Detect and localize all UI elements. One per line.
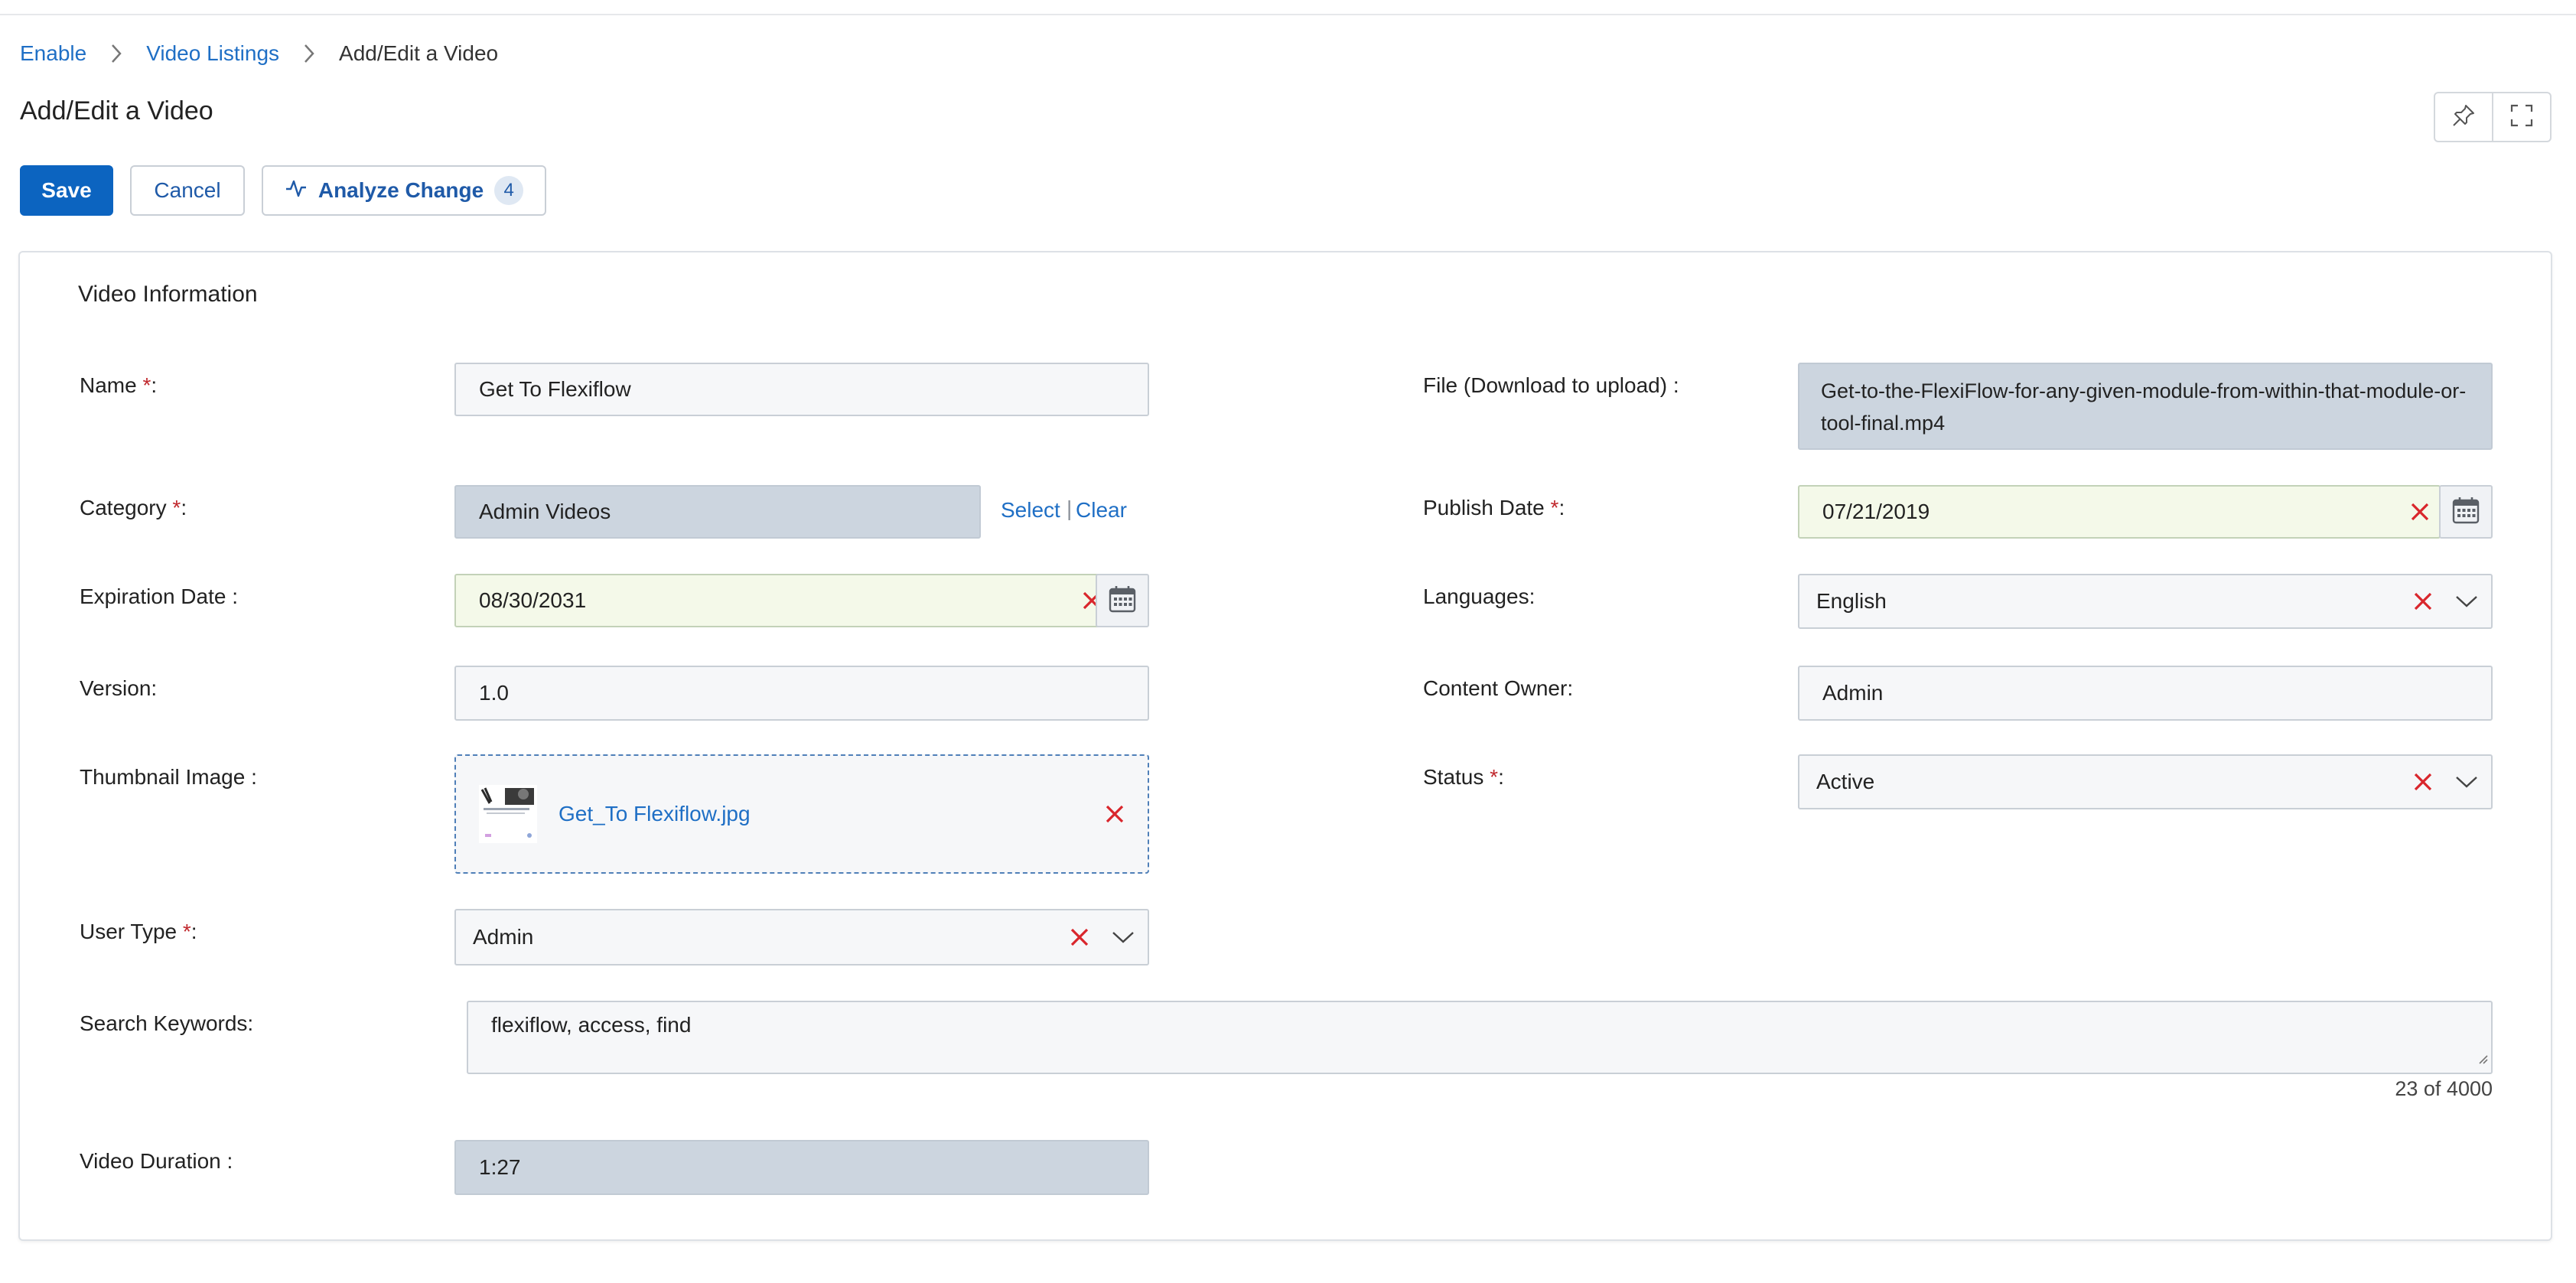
thumbnail-upload[interactable]: Get_To Flexiflow.jpg <box>454 754 1149 874</box>
file-label: File (Download to upload) : <box>1423 373 1679 397</box>
chevron-right-icon <box>279 43 339 64</box>
search-keywords-textarea[interactable]: flexiflow, access, find <box>467 1001 2493 1074</box>
thumbnail-label: Thumbnail Image : <box>80 765 257 789</box>
status-label: Status *: <box>1423 765 1504 789</box>
file-name-readonly: Get-to-the-FlexiFlow-for-any-given-modul… <box>1798 363 2493 450</box>
search-keywords-label: Search Keywords: <box>80 1011 254 1035</box>
calendar-icon <box>2451 496 2480 529</box>
version-input[interactable]: 1.0 <box>454 666 1149 721</box>
chevron-down-icon[interactable] <box>2442 763 2491 801</box>
close-icon[interactable] <box>2404 763 2442 801</box>
thumbnail-preview <box>479 785 537 843</box>
video-information-panel: Video Information Name *: Get To Flexifl… <box>18 251 2552 1241</box>
expiration-date-calendar-button[interactable] <box>1096 574 1149 627</box>
category-readonly: Admin Videos <box>454 485 981 539</box>
close-icon[interactable] <box>1096 795 1134 833</box>
analyze-change-button[interactable]: Analyze Change 4 <box>262 165 546 216</box>
breadcrumb-current: Add/Edit a Video <box>339 41 499 65</box>
expiration-date-label: Expiration Date : <box>80 585 238 608</box>
view-tools <box>2434 92 2552 142</box>
expand-icon <box>2509 103 2534 132</box>
close-icon[interactable] <box>1060 918 1099 956</box>
analyze-change-label: Analyze Change <box>318 178 484 202</box>
thumbnail-file-link[interactable]: Get_To Flexiflow.jpg <box>559 802 1096 826</box>
keyword-char-counter: 23 of 4000 <box>2395 1077 2493 1100</box>
languages-select[interactable]: English <box>1798 574 2493 629</box>
fullscreen-button[interactable] <box>2492 93 2550 141</box>
activity-icon <box>285 177 308 205</box>
search-keywords-value: flexiflow, access, find <box>491 1013 692 1037</box>
category-label: Category *: <box>80 496 187 519</box>
breadcrumb-enable[interactable]: Enable <box>20 41 86 66</box>
category-link-separator: | <box>1067 497 1073 520</box>
publish-date-label: Publish Date *: <box>1423 496 1565 519</box>
video-duration-readonly: 1:27 <box>454 1140 1149 1195</box>
chevron-down-icon[interactable] <box>1099 918 1148 956</box>
page: Enable Video Listings Add/Edit a Video A… <box>0 0 2576 1283</box>
chevron-right-icon <box>86 43 146 64</box>
close-icon[interactable] <box>2404 582 2442 620</box>
content-owner-label: Content Owner: <box>1423 676 1574 700</box>
pin-button[interactable] <box>2435 93 2492 141</box>
category-clear-link[interactable]: Clear <box>1076 498 1127 523</box>
user-type-select[interactable]: Admin <box>454 909 1149 966</box>
category-select-link[interactable]: Select <box>1001 498 1060 523</box>
version-label: Version: <box>80 676 158 700</box>
save-button[interactable]: Save <box>20 165 113 216</box>
name-label: Name *: <box>80 373 158 397</box>
close-icon[interactable] <box>2401 493 2439 531</box>
action-bar: Save Cancel Analyze Change 4 <box>20 165 546 216</box>
content-owner-input[interactable]: Admin <box>1798 666 2493 721</box>
languages-label: Languages: <box>1423 585 1536 608</box>
video-duration-label: Video Duration : <box>80 1149 233 1173</box>
name-input[interactable]: Get To Flexiflow <box>454 363 1149 416</box>
chevron-down-icon[interactable] <box>2442 582 2491 620</box>
breadcrumb: Enable Video Listings Add/Edit a Video <box>20 38 498 69</box>
breadcrumb-video-listings[interactable]: Video Listings <box>146 41 279 66</box>
cancel-button[interactable]: Cancel <box>130 165 245 216</box>
user-type-label: User Type *: <box>80 920 197 943</box>
expiration-date-input[interactable]: 08/30/2031 <box>454 574 1112 627</box>
pin-icon <box>2451 103 2476 132</box>
top-divider <box>0 0 2576 15</box>
page-title: Add/Edit a Video <box>20 96 213 125</box>
panel-title: Video Information <box>78 282 258 307</box>
status-select[interactable]: Active <box>1798 754 2493 809</box>
resize-handle-icon[interactable] <box>2476 1045 2488 1070</box>
publish-date-input[interactable]: 07/21/2019 <box>1798 485 2441 539</box>
change-count-badge: 4 <box>494 176 524 205</box>
calendar-icon <box>1108 585 1137 617</box>
publish-date-calendar-button[interactable] <box>2439 485 2493 539</box>
